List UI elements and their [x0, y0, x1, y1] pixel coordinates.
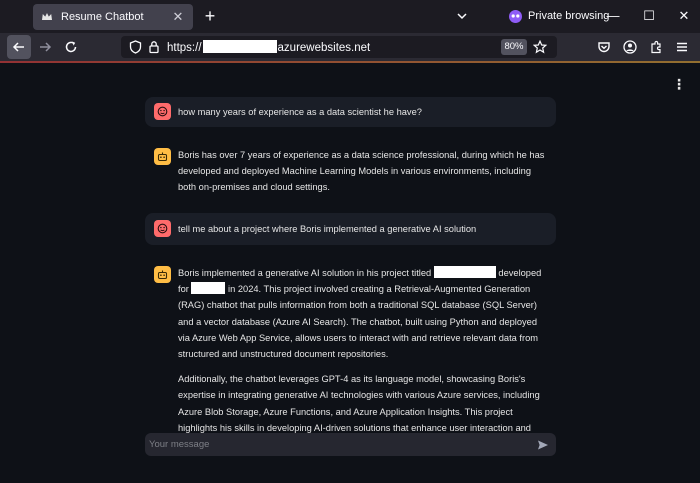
- url-scheme: https://: [167, 42, 202, 54]
- crown-icon: [41, 11, 53, 23]
- forward-icon: [40, 42, 52, 52]
- zoom-level-badge[interactable]: 80%: [501, 39, 527, 55]
- tab-resume-chatbot[interactable]: Resume Chatbot ✕: [33, 4, 193, 30]
- pocket-icon[interactable]: [596, 39, 612, 55]
- user-avatar-icon: [154, 220, 171, 237]
- tab-title: Resume Chatbot: [61, 11, 144, 23]
- browser-tab-bar: Resume Chatbot ✕ + Private browsing — ☐ …: [0, 0, 700, 33]
- private-browsing-indicator: Private browsing: [509, 8, 609, 24]
- chat-message-assistant: Boris implemented a generative AI soluti…: [145, 260, 556, 449]
- shield-icon[interactable]: [128, 40, 142, 54]
- robot-avatar-icon: [154, 266, 171, 283]
- robot-avatar-icon: [154, 148, 171, 165]
- maximize-button[interactable]: ☐: [641, 8, 657, 24]
- message-text: tell me about a project where Boris impl…: [178, 224, 477, 234]
- header-decoration: [0, 61, 700, 63]
- message-text-segment: in 2024. This project involved creating …: [178, 284, 538, 360]
- reload-button[interactable]: [59, 35, 83, 59]
- chat-message-user: how many years of experience as a data s…: [145, 97, 556, 127]
- close-window-button[interactable]: ✕: [676, 8, 692, 24]
- chevron-down-icon[interactable]: [455, 9, 469, 23]
- close-tab-icon[interactable]: ✕: [171, 9, 185, 25]
- forward-button[interactable]: [33, 35, 57, 59]
- message-paragraph: Boris implemented a generative AI soluti…: [178, 265, 550, 362]
- browser-nav-bar: https:// azurewebsites.net 80%: [0, 33, 700, 61]
- message-paragraph: Boris has over 7 years of experience as …: [178, 150, 545, 193]
- redacted-client-name: [191, 282, 226, 295]
- bookmark-star-icon[interactable]: [533, 40, 547, 54]
- new-tab-button[interactable]: +: [200, 6, 220, 26]
- message-text: Boris has over 7 years of experience as …: [178, 147, 550, 205]
- url-host: azurewebsites.net: [277, 42, 371, 54]
- chat-message-input[interactable]: [145, 433, 525, 456]
- lock-icon[interactable]: [147, 40, 161, 54]
- private-mask-icon: [509, 9, 522, 23]
- back-icon: [12, 42, 24, 52]
- redacted-project-title: [433, 266, 496, 278]
- account-icon[interactable]: [622, 39, 638, 55]
- url-text[interactable]: https:// azurewebsites.net: [167, 40, 370, 54]
- send-icon[interactable]: [536, 438, 550, 452]
- message-text: Boris implemented a generative AI soluti…: [178, 265, 550, 461]
- chat-message-assistant: Boris has over 7 years of experience as …: [145, 142, 556, 202]
- private-browsing-label: Private browsing: [528, 10, 610, 22]
- minimize-button[interactable]: —: [605, 8, 621, 24]
- message-text: how many years of experience as a data s…: [178, 107, 422, 117]
- menu-icon[interactable]: [674, 39, 690, 55]
- url-redacted-block: [202, 40, 277, 53]
- extensions-icon[interactable]: [648, 39, 664, 55]
- url-bar[interactable]: https:// azurewebsites.net 80%: [121, 36, 557, 58]
- chat-input-container: [145, 433, 556, 456]
- chat-page: ⋮ how many years of experience as a data…: [0, 61, 700, 483]
- app-menu-kebab-icon[interactable]: ⋮: [672, 76, 686, 92]
- back-button[interactable]: [7, 35, 31, 59]
- chat-message-user: tell me about a project where Boris impl…: [145, 213, 556, 245]
- message-text-segment: Boris implemented a generative AI soluti…: [178, 268, 432, 278]
- user-avatar-icon: [154, 103, 171, 120]
- reload-icon: [65, 41, 77, 53]
